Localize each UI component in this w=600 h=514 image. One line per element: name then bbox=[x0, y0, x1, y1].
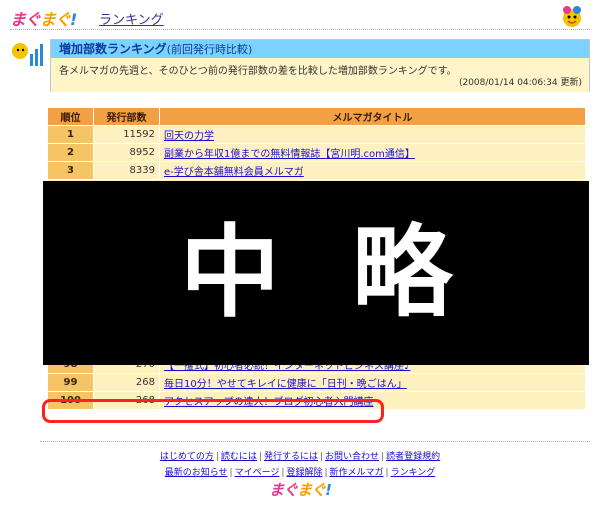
title-column-header: メルマガタイトル bbox=[159, 107, 586, 126]
count-cell: 8339 bbox=[93, 161, 160, 180]
rank-cell: 99 bbox=[47, 373, 94, 392]
footer-link-latest-news[interactable]: 最新のお知らせ bbox=[165, 468, 228, 478]
ranking-description-area: 各メルマガの先週と、そのひとつ前の発行部数の差を比較した増加部数ランキングです。… bbox=[51, 58, 589, 92]
ranking-header-link[interactable]: ランキング bbox=[99, 9, 164, 28]
rank-cell: 100 bbox=[47, 391, 94, 410]
mag2-logo[interactable]: まぐまぐ! bbox=[10, 6, 77, 30]
magazine-title-link[interactable]: 副業から年収1億までの無料情報誌【宮川明.com通信】 bbox=[159, 143, 586, 162]
footer-link-new-magazines[interactable]: 新作メルマガ bbox=[330, 468, 384, 478]
table-row: 2 8952 副業から年収1億までの無料情報誌【宮川明.com通信】 bbox=[47, 143, 586, 162]
footer-link-contact[interactable]: お問い合わせ bbox=[325, 452, 379, 462]
table-row: 99 268 毎日10分！やせてキレイに健康に「日刊・晩ごはん」 bbox=[47, 373, 586, 392]
footer-mag2-logo[interactable]: まぐまぐ! bbox=[269, 482, 332, 498]
footer-links-secondary: 最新のお知らせ | マイページ | 登録解除 | 新作メルマガ | ランキング bbox=[164, 468, 436, 478]
table-row: 100 268 アクセスアップの達人！ブログ初心者入門講座 bbox=[47, 391, 586, 410]
ranking-info-box: 増加部数ランキング(前回発行時比較) 各メルマガの先週と、そのひとつ前の発行部数… bbox=[50, 39, 590, 92]
ranking-title: 増加部数ランキング(前回発行時比較) bbox=[51, 40, 589, 58]
count-column-header: 発行部数 bbox=[93, 107, 160, 126]
omission-banner: 中略 bbox=[43, 181, 589, 365]
ranking-page: まぐまぐ! ランキング 増加部数ランキング(前回発行時比較) 各メルマガの先週と… bbox=[0, 0, 600, 514]
ranking-subtitle: (前回発行時比較) bbox=[166, 43, 253, 56]
footer-link-reader-terms[interactable]: 読者登録規約 bbox=[386, 452, 440, 462]
updated-timestamp: (2008/01/14 04:06:34 更新) bbox=[458, 78, 582, 88]
header-divider bbox=[10, 29, 590, 30]
footer-link-ranking[interactable]: ランキング bbox=[391, 468, 436, 478]
count-cell: 8952 bbox=[93, 143, 160, 162]
table-header-row: 順位 発行部数 メルマガタイトル bbox=[47, 107, 586, 126]
count-cell: 268 bbox=[93, 373, 160, 392]
count-cell: 268 bbox=[93, 391, 160, 410]
footer-link-my-page[interactable]: マイページ bbox=[235, 468, 280, 478]
magazine-title-link[interactable]: e-学び舎本舗無料会員メルマガ bbox=[159, 161, 586, 180]
magazine-title-link[interactable]: 毎日10分！やせてキレイに健康に「日刊・晩ごはん」 bbox=[159, 373, 586, 392]
footer-link-unsubscribe[interactable]: 登録解除 bbox=[286, 468, 322, 478]
footer-link-first-time[interactable]: はじめての方 bbox=[160, 452, 214, 462]
magazine-title-link[interactable]: アクセスアップの達人！ブログ初心者入門講座 bbox=[159, 391, 586, 410]
rank-cell: 3 bbox=[47, 161, 94, 180]
footer: はじめての方 | 読むには | 発行するには | お問い合わせ | 読者登録規約 最新のお知らせ… bbox=[0, 449, 600, 501]
footer-link-how-to-read[interactable]: 読むには bbox=[221, 452, 257, 462]
count-cell: 11592 bbox=[93, 125, 160, 144]
ranking-chart-icon bbox=[12, 43, 43, 66]
table-row: 1 11592 回天の力学 bbox=[47, 125, 586, 144]
footer-link-how-to-publish[interactable]: 発行するには bbox=[264, 452, 318, 462]
mascot-icon bbox=[563, 6, 581, 27]
rank-cell: 2 bbox=[47, 143, 94, 162]
footer-divider bbox=[40, 441, 590, 442]
rank-cell: 1 bbox=[47, 125, 94, 144]
magazine-title-link[interactable]: 回天の力学 bbox=[159, 125, 586, 144]
rank-column-header: 順位 bbox=[47, 107, 94, 126]
footer-links-primary: はじめての方 | 読むには | 発行するには | お問い合わせ | 読者登録規約 bbox=[159, 452, 441, 462]
table-row: 3 8339 e-学び舎本舗無料会員メルマガ bbox=[47, 161, 586, 180]
